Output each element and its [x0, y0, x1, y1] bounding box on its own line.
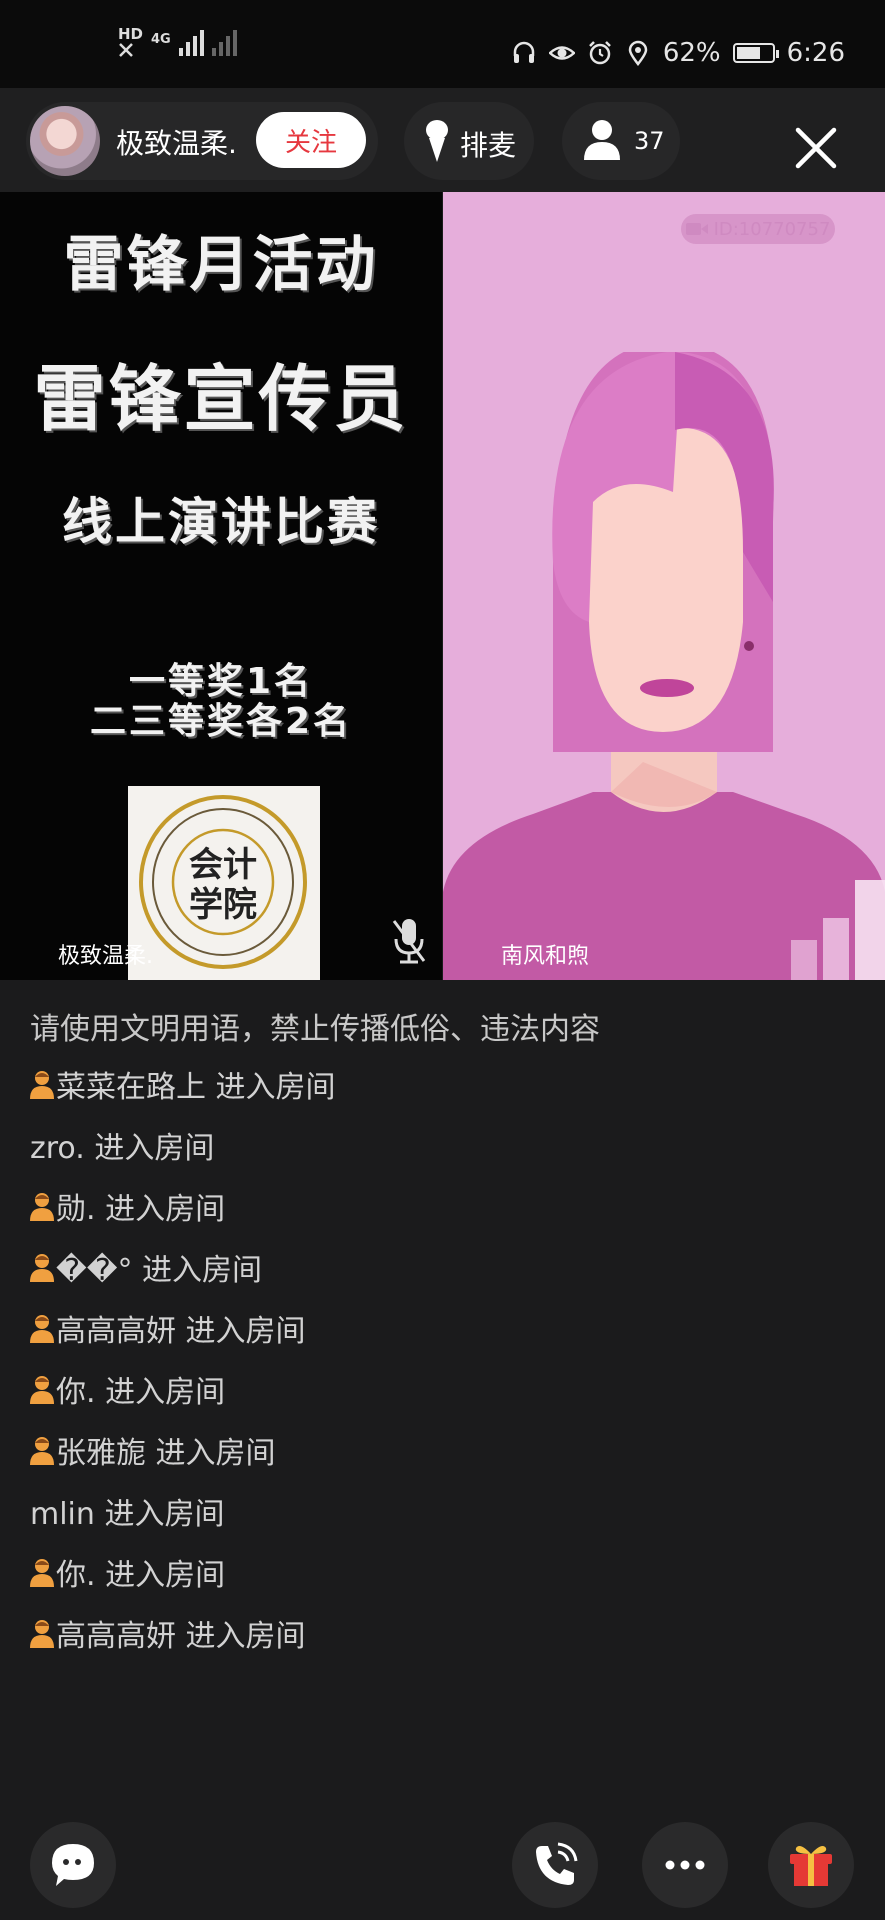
- room-header: 极致温柔. 关注 排麦 37: [0, 88, 885, 192]
- mic-muted-icon: [392, 919, 426, 964]
- user-icon: [30, 1254, 54, 1282]
- mic-queue-button[interactable]: 排麦: [404, 102, 534, 180]
- headphones-icon: [513, 41, 535, 63]
- alarm-icon: [588, 41, 611, 65]
- network-indicator: 4G: [151, 32, 171, 47]
- user-icon: [30, 1376, 54, 1404]
- mic-queue-label: 排麦: [460, 129, 517, 162]
- hd-indicator: HD: [118, 26, 143, 61]
- more-dots-icon: [665, 1860, 705, 1870]
- video-area: 雷锋月活动 雷锋宣传员 线上演讲比赛 一等奖1名 二三等奖各2名 会计 学院 极…: [0, 192, 885, 980]
- voice-call-button[interactable]: [512, 1822, 598, 1908]
- viewer-count-button[interactable]: 37: [562, 102, 680, 180]
- user-icon: [30, 1437, 54, 1465]
- chat-message: 菜菜在路上 进入房间: [30, 1064, 850, 1105]
- follow-button[interactable]: 关注: [256, 112, 366, 168]
- user-icon: [30, 1315, 54, 1343]
- user-icon: [30, 1559, 54, 1587]
- user-icon: [30, 1071, 54, 1099]
- system-notice: 请使用文明用语，禁止传播低俗、违法内容: [30, 1012, 600, 1047]
- room-id: ID:10770757: [713, 218, 831, 240]
- status-icons: 62% 6:26: [511, 38, 845, 68]
- chat-message: 张雅旎 进入房间: [30, 1430, 850, 1471]
- person-icon: [584, 120, 620, 160]
- poster-line-3: 线上演讲比赛: [62, 493, 380, 551]
- phone-icon: [536, 1842, 578, 1885]
- svg-text:学院: 学院: [189, 885, 257, 925]
- seal-logo: 会计 学院: [139, 795, 307, 969]
- chat-message: mlin 进入房间: [30, 1497, 225, 1532]
- host-avatar[interactable]: [30, 106, 100, 176]
- battery-percent: 62%: [662, 38, 721, 68]
- user-icon: [30, 1620, 54, 1648]
- chat-message: ��° 进入房间: [30, 1247, 850, 1288]
- microphone-icon: [426, 120, 448, 162]
- host-video-name: 极致温柔.: [58, 944, 153, 969]
- room-id-badge: ID:10770757: [681, 214, 835, 244]
- host-name: 极致温柔.: [116, 127, 237, 160]
- guest-video-name: 南风和煦: [501, 944, 590, 969]
- host-video[interactable]: 雷锋月活动 雷锋宣传员 线上演讲比赛 一等奖1名 二三等奖各2名 会计 学院 极…: [0, 192, 442, 980]
- chat-bubble-icon: [52, 1844, 94, 1886]
- signal-strength-2-icon: [211, 26, 237, 56]
- host-info[interactable]: 极致温柔. 关注: [26, 102, 378, 180]
- viewer-count: 37: [634, 127, 665, 155]
- chat-message: 高高高妍 进入房间: [30, 1308, 850, 1349]
- gift-button[interactable]: [768, 1822, 854, 1908]
- location-icon: [628, 40, 648, 66]
- video-camera-icon: [685, 223, 708, 235]
- chat-message: 高高高妍 进入房间: [30, 1613, 850, 1654]
- svg-text:会计: 会计: [189, 845, 257, 885]
- user-icon: [30, 1193, 54, 1221]
- chat-messages: 请使用文明用语，禁止传播低俗、违法内容 菜菜在路上 进入房间 zro. 进入房间…: [30, 1010, 850, 1674]
- college-seal: 会计 学院: [128, 786, 320, 980]
- close-icon[interactable]: [794, 126, 838, 170]
- gift-icon: [790, 1846, 832, 1886]
- signal-bars-decoration: [791, 880, 885, 980]
- poster-line-2: 雷锋宣传员: [33, 357, 409, 441]
- chat-message: 勋. 进入房间: [30, 1186, 850, 1227]
- no-sim-icon: [119, 43, 133, 57]
- more-button[interactable]: [642, 1822, 728, 1908]
- chat-message: 你. 进入房间: [30, 1552, 850, 1593]
- chat-message: zro. 进入房间: [30, 1131, 215, 1166]
- guest-video[interactable]: ID:10770757 南风和煦: [443, 192, 885, 980]
- clock: 6:26: [786, 38, 845, 68]
- poster-line-1: 雷锋月活动: [63, 230, 379, 300]
- battery-icon: [732, 43, 779, 63]
- chat-input-button[interactable]: [30, 1822, 116, 1908]
- status-bar: HD 4G 62% 6:26: [0, 0, 885, 88]
- eye-icon: [548, 46, 575, 60]
- chat-message: 你. 进入房间: [30, 1369, 850, 1410]
- signal-strength-icon: [178, 26, 204, 56]
- poster-line-5: 二三等奖各2名: [89, 701, 353, 742]
- signal-group: HD 4G: [118, 26, 237, 61]
